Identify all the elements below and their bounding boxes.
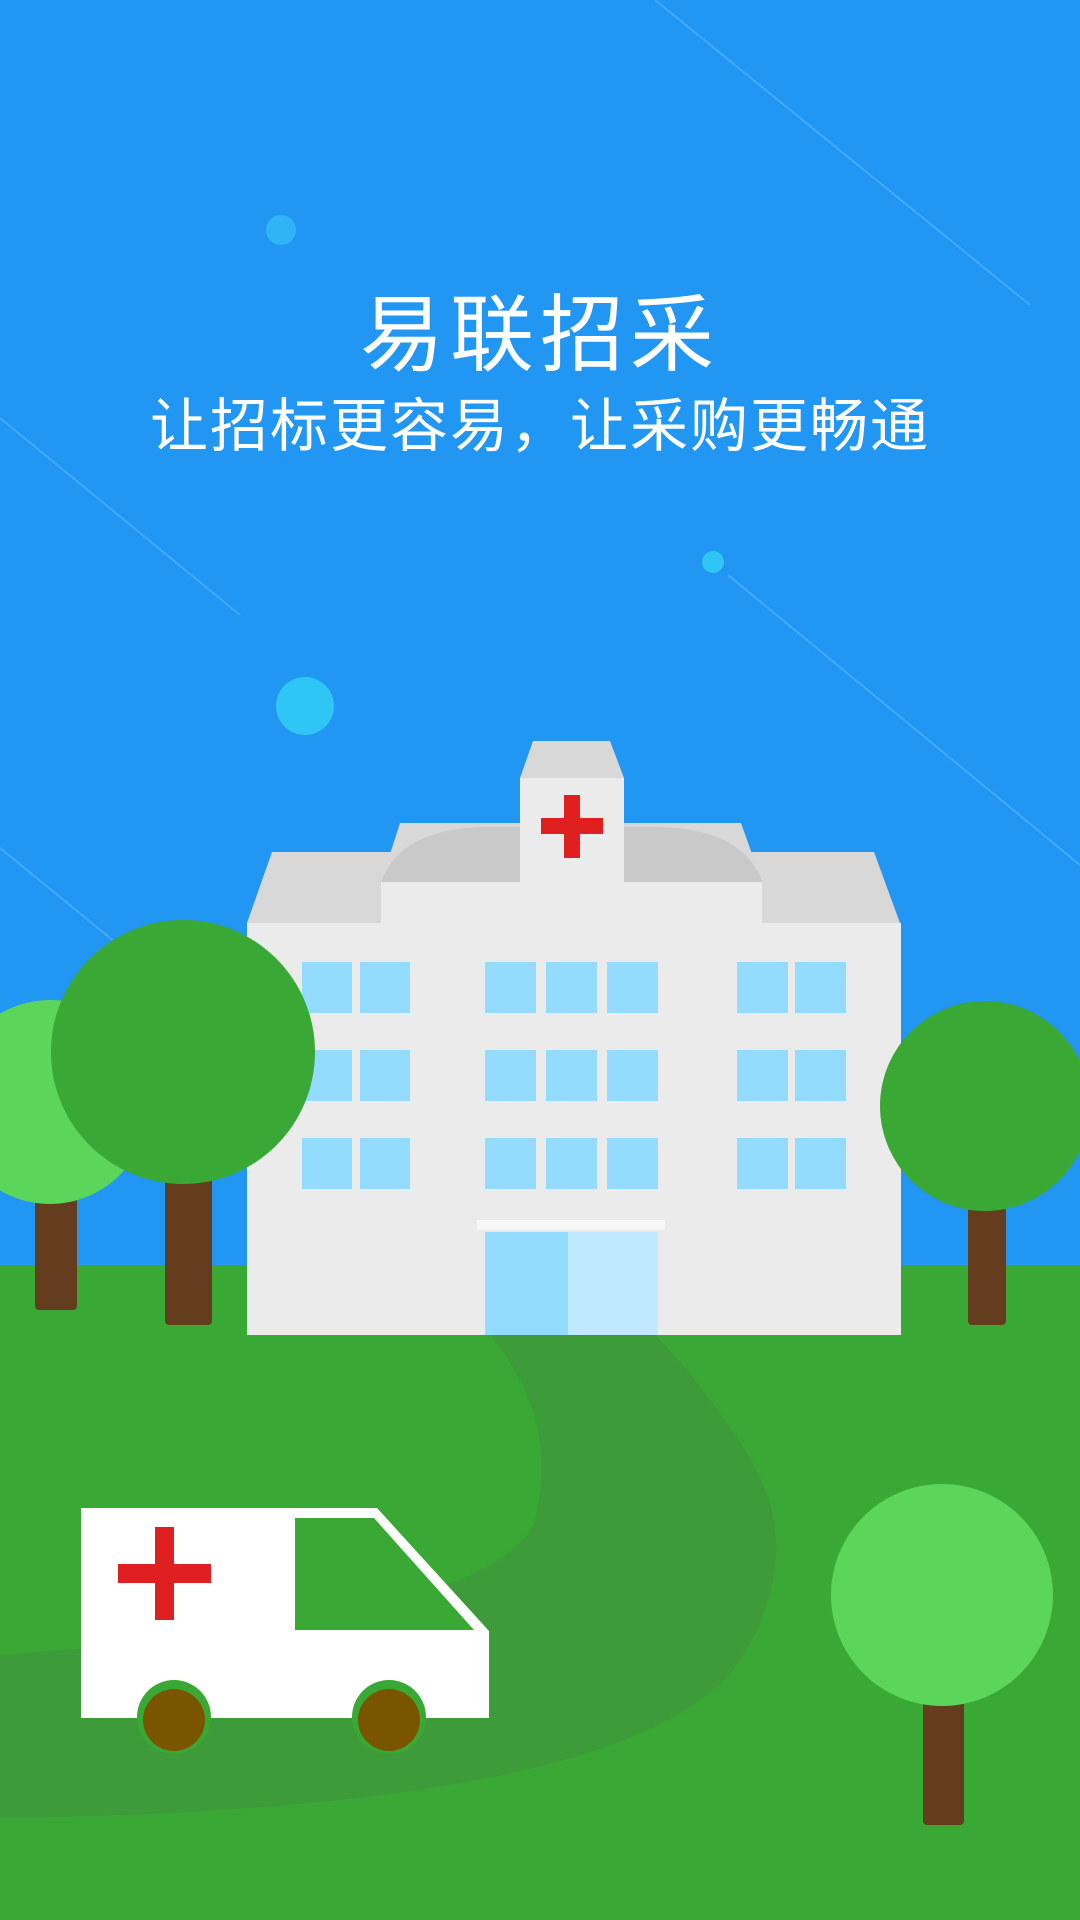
ambulance-wheel [358, 1689, 420, 1751]
tree-crown [880, 1001, 1080, 1211]
entrance-door-right [568, 1232, 658, 1335]
splash-screen: 易联招采 让招标更容易，让采购更畅通 [0, 0, 1080, 1920]
sky-dot [276, 677, 334, 735]
entrance-door-left [485, 1232, 568, 1335]
hospital-windows [302, 962, 846, 1189]
tree-crown [831, 1484, 1053, 1706]
tree-crown [51, 920, 315, 1184]
entrance-canopy [477, 1220, 665, 1230]
ambulance-wheel [143, 1689, 205, 1751]
hospital-icon [247, 741, 901, 1335]
hospital-right-roof [741, 852, 900, 923]
tower-roof [520, 741, 624, 778]
sky-dot [266, 215, 296, 245]
hospital-left-roof [247, 852, 400, 923]
sky-dot [702, 551, 724, 573]
meteor-line [727, 574, 1080, 866]
meteor-line [0, 847, 116, 943]
app-title: 易联招采 [359, 286, 720, 384]
tree-trunk [165, 1160, 212, 1325]
app-slogan: 让招标更容易，让采购更畅通 [149, 392, 930, 460]
meteor-line [654, 0, 1031, 306]
